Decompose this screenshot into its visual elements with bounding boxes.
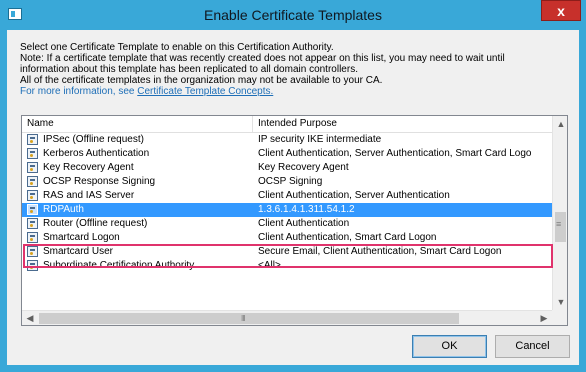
close-button[interactable]: x: [541, 0, 581, 21]
horizontal-scrollbar[interactable]: ◀ ▶: [22, 310, 552, 325]
template-name: IPSec (Offline request): [43, 134, 144, 145]
template-purpose: Client Authentication, Server Authentica…: [258, 190, 450, 201]
certificate-template-icon: [27, 148, 38, 159]
column-header-intended-purpose[interactable]: Intended Purpose: [253, 116, 552, 132]
template-name: Router (Offline request): [43, 218, 148, 229]
table-row[interactable]: OCSP Response Signing OCSP Signing: [22, 175, 552, 189]
list-rows: IPSec (Offline request) IP security IKE i…: [22, 133, 552, 273]
template-purpose: Client Authentication: [258, 218, 350, 229]
certificate-template-icon: [27, 232, 38, 243]
more-info-prefix: For more information, see: [20, 86, 138, 97]
certificate-template-icon: [27, 162, 38, 173]
vertical-scrollbar[interactable]: ▲ ▼: [552, 116, 567, 310]
horizontal-scroll-thumb[interactable]: [39, 313, 459, 324]
table-row[interactable]: Smartcard User Secure Email, Client Authe…: [22, 245, 552, 259]
table-row[interactable]: Kerberos Authentication Client Authentica…: [22, 147, 552, 161]
template-purpose: IP security IKE intermediate: [258, 134, 382, 145]
scroll-right-arrow-icon[interactable]: ▶: [536, 311, 552, 325]
title-bar[interactable]: Enable Certificate Templates x: [0, 0, 586, 30]
cancel-button[interactable]: Cancel: [495, 335, 570, 358]
table-row[interactable]: IPSec (Offline request) IP security IKE i…: [22, 133, 552, 147]
table-row[interactable]: Router (Offline request) Client Authentic…: [22, 217, 552, 231]
certificate-template-icon: [27, 176, 38, 187]
scroll-up-arrow-icon[interactable]: ▲: [553, 116, 567, 132]
window-title: Enable Certificate Templates: [204, 7, 382, 23]
description-line-4: All of the certificate templates in the …: [20, 75, 383, 86]
template-name: OCSP Response Signing: [43, 176, 156, 187]
certificate-template-icon: [27, 204, 38, 215]
description-line-1: Select one Certificate Template to enabl…: [20, 42, 334, 53]
template-purpose: OCSP Signing: [258, 176, 323, 187]
table-row[interactable]: RAS and IAS Server Client Authentication,…: [22, 189, 552, 203]
template-name: Key Recovery Agent: [43, 162, 134, 173]
certificate-template-icon: [27, 260, 38, 271]
template-name: Smartcard User: [43, 246, 114, 257]
description-line-2: Note: If a certificate template that was…: [20, 53, 505, 64]
template-purpose: Secure Email, Client Authentication, Sma…: [258, 246, 502, 257]
template-name: RDPAuth: [43, 204, 84, 215]
scroll-left-arrow-icon[interactable]: ◀: [22, 311, 38, 325]
table-row-selected[interactable]: RDPAuth 1.3.6.1.4.1.311.54.1.2: [22, 203, 552, 217]
description-line-3: information about this template has been…: [20, 64, 358, 75]
template-name: Kerberos Authentication: [43, 148, 150, 159]
certificate-template-icon: [27, 190, 38, 201]
table-row[interactable]: Key Recovery Agent Key Recovery Agent: [22, 161, 552, 175]
template-name: RAS and IAS Server: [43, 190, 135, 201]
template-name: Smartcard Logon: [43, 232, 120, 243]
ok-button[interactable]: OK: [412, 335, 487, 358]
scrollbar-corner: [552, 310, 567, 325]
scroll-down-arrow-icon[interactable]: ▼: [553, 294, 567, 310]
list-header: Name Intended Purpose: [22, 116, 552, 133]
certificate-template-icon: [27, 246, 38, 257]
table-row[interactable]: Smartcard Logon Client Authentication, Sm…: [22, 231, 552, 245]
certificate-template-icon: [27, 218, 38, 229]
template-name: Subordinate Certification Authority: [43, 260, 195, 271]
template-purpose: Key Recovery Agent: [258, 162, 349, 173]
certificate-template-icon: [27, 134, 38, 145]
template-purpose: Client Authentication, Server Authentica…: [258, 148, 532, 159]
dialog-window: Enable Certificate Templates x Select on…: [0, 0, 586, 372]
template-purpose: <All>: [258, 260, 281, 271]
table-row[interactable]: Subordinate Certification Authority <All>: [22, 259, 552, 273]
template-purpose: 1.3.6.1.4.1.311.54.1.2: [258, 204, 355, 215]
template-purpose: Client Authentication, Smart Card Logon: [258, 232, 437, 243]
column-header-name[interactable]: Name: [22, 116, 253, 132]
description: Select one Certificate Template to enabl…: [20, 42, 570, 97]
dialog-body: Select one Certificate Template to enabl…: [7, 30, 579, 365]
certificate-template-concepts-link[interactable]: Certificate Template Concepts.: [137, 86, 273, 97]
vertical-scroll-thumb[interactable]: [555, 212, 566, 242]
more-info-line: For more information, see Certificate Te…: [20, 86, 570, 97]
certificate-template-list[interactable]: Name Intended Purpose IPSec (Offline req…: [21, 115, 568, 326]
